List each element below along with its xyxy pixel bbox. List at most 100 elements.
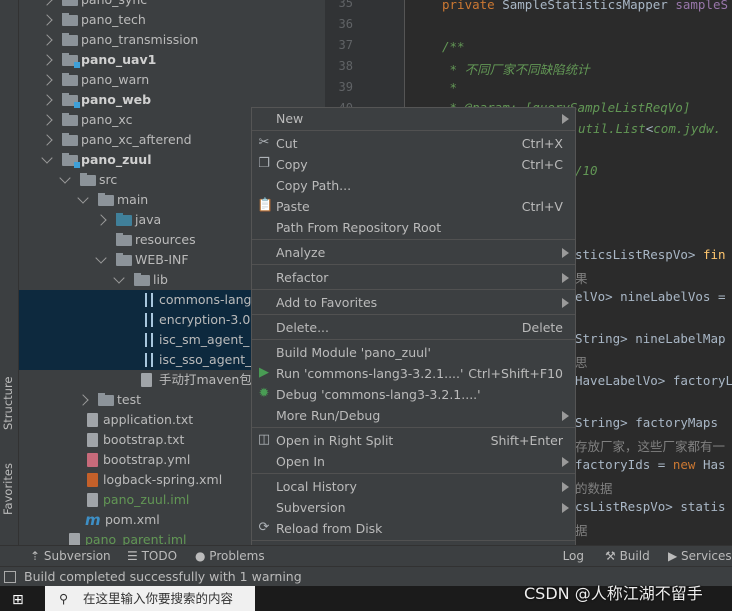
tree-item-label: WEB-INF	[135, 252, 189, 267]
menu-item-run-commons-lang3-3-2-1[interactable]: ▶ Run 'commons-lang3-3.2.1....' Ctrl+Shift…	[252, 363, 575, 384]
menu-item-open-in-right-split[interactable]: ◫ Open in Right Split Shift+Enter	[252, 430, 575, 451]
submenu-arrow-icon	[562, 503, 569, 513]
problems-tool-button[interactable]: ● Problems	[195, 546, 265, 567]
todo-tool-button[interactable]: ☰ TODO	[127, 546, 177, 567]
menu-item-build-module-pano-zuul[interactable]: Build Module 'pano_zuul'	[252, 342, 575, 363]
tree-item-label: logback-spring.xml	[103, 472, 223, 487]
bottom-toolbar: ⇡ Subversion ☰ TODO ● Problems Event Log…	[0, 545, 732, 566]
panel-toggle-icon[interactable]	[4, 571, 16, 583]
tree-item[interactable]: pano_tech	[19, 10, 325, 30]
menu-item-copy[interactable]: ❐ Copy Ctrl+C	[252, 154, 575, 175]
windows-start-icon[interactable]: ⊞	[12, 592, 24, 608]
submenu-arrow-icon	[562, 273, 569, 283]
line-number: 36	[338, 17, 353, 31]
tree-item-label: isc_sso_agent_	[159, 352, 252, 367]
menu-item-subversion[interactable]: Subversion	[252, 497, 575, 518]
menu-item-debug-commons-lang3-3-2-1[interactable]: ✹ Debug 'commons-lang3-3.2.1....'	[252, 384, 575, 405]
tree-item-label: pano_uav1	[81, 52, 157, 67]
tree-item-label: pom.xml	[105, 512, 160, 527]
chevron-right-icon[interactable]	[41, 134, 53, 146]
taskbar-search-input[interactable]: ⚲ 在这里输入你要搜索的内容	[45, 586, 255, 611]
chevron-right-icon[interactable]	[77, 394, 89, 406]
code-token: 据	[575, 523, 588, 538]
chevron-down-icon[interactable]	[113, 272, 125, 284]
folder-icon	[80, 173, 96, 186]
context-menu: New ✂ Cut Ctrl+X ❐ Copy Ctrl+C Copy Path... 📋 Pas…	[251, 107, 576, 611]
code-token: * 不同厂家不同缺陷统计	[442, 62, 590, 77]
folder-icon	[62, 53, 80, 68]
code-line: HaveLabelVo> factoryL	[575, 373, 732, 388]
chevron-right-icon[interactable]	[41, 54, 53, 66]
tree-item-label: pano_parent.iml	[85, 532, 187, 545]
tree-item-label: pano_xc_afterend	[81, 132, 192, 147]
menu-item-paste[interactable]: 📋 Paste Ctrl+V	[252, 196, 575, 217]
menu-item-label: Subversion	[276, 500, 346, 515]
menu-item-local-history[interactable]: Local History	[252, 476, 575, 497]
code-line: private SampleStatisticsMapper sampleS	[442, 0, 728, 12]
menu-item-new[interactable]: New	[252, 108, 575, 129]
menu-item-copy-path[interactable]: Copy Path...	[252, 175, 575, 196]
tree-item-label: pano_xc	[81, 112, 133, 127]
menu-item-open-in[interactable]: Open In	[252, 451, 575, 472]
chevron-right-icon[interactable]	[41, 74, 53, 86]
subversion-tool-button[interactable]: ⇡ Subversion	[30, 546, 111, 567]
tree-item-label: main	[117, 192, 149, 207]
chevron-down-icon[interactable]	[95, 252, 107, 264]
submenu-arrow-icon	[562, 114, 569, 124]
submenu-arrow-icon	[562, 482, 569, 492]
tree-item-label: application.txt	[103, 412, 194, 427]
chevron-right-icon[interactable]	[41, 34, 53, 46]
tree-item[interactable]: pano_warn	[19, 70, 325, 90]
line-number: 39	[338, 80, 353, 94]
submenu-arrow-icon	[562, 457, 569, 467]
menu-item-more-run-debug[interactable]: More Run/Debug	[252, 405, 575, 426]
chevron-down-icon[interactable]	[41, 152, 53, 164]
menu-item-refactor[interactable]: Refactor	[252, 267, 575, 288]
services-tool-button[interactable]: ▶ Services	[668, 546, 732, 567]
tree-item-label: 手动打maven包	[159, 372, 252, 387]
menu-item-cut[interactable]: ✂ Cut Ctrl+X	[252, 133, 575, 154]
build-tool-button[interactable]: ⚒ Build	[605, 546, 650, 567]
jar-icon	[145, 293, 153, 307]
tree-item[interactable]: pano_uav1	[19, 50, 325, 70]
chevron-right-icon[interactable]	[41, 14, 53, 26]
tree-item-label: resources	[135, 232, 196, 247]
file-icon	[141, 373, 152, 387]
chevron-right-icon[interactable]	[41, 94, 53, 106]
menu-item-label: Copy Path...	[276, 178, 352, 193]
tree-item[interactable]: pano_transmission	[19, 30, 325, 50]
structure-tab[interactable]: Structure	[1, 377, 15, 431]
menu-item-analyze[interactable]: Analyze	[252, 242, 575, 263]
tree-item-label: bootstrap.yml	[103, 452, 191, 467]
menu-item-label: Path From Repository Root	[276, 220, 442, 235]
menu-item-add-to-favorites[interactable]: Add to Favorites	[252, 292, 575, 313]
chevron-right-icon[interactable]	[95, 214, 107, 226]
chevron-right-icon[interactable]	[41, 0, 53, 6]
menu-item-label: Local History	[276, 479, 357, 494]
chevron-right-icon[interactable]	[41, 114, 53, 126]
subversion-label: Subversion	[43, 549, 111, 563]
chevron-down-icon[interactable]	[77, 192, 89, 204]
line-number: 38	[338, 59, 353, 73]
menu-item-label: More Run/Debug	[276, 408, 381, 423]
submenu-arrow-icon	[562, 411, 569, 421]
code-token: 思	[575, 355, 588, 370]
menu-item-delete[interactable]: Delete... Delete	[252, 317, 575, 338]
tree-item[interactable]: pano_sync	[19, 0, 325, 10]
code-token: 果	[575, 271, 588, 286]
shortcut-label: Shift+Enter	[490, 433, 563, 448]
favorites-tab[interactable]: Favorites	[1, 463, 15, 515]
menu-item-reload-from-disk[interactable]: ⟳ Reload from Disk	[252, 518, 575, 539]
maven-icon: m	[85, 511, 101, 529]
submenu-arrow-icon	[562, 298, 569, 308]
menu-item-path-from-repository-root[interactable]: Path From Repository Root	[252, 217, 575, 238]
event-log-button[interactable]: Event Log	[560, 546, 584, 567]
folder-icon	[116, 233, 132, 246]
tree-item-label: test	[117, 392, 142, 407]
tree-item-label: pano_zuul.iml	[103, 492, 190, 507]
code-line: String> factoryMaps	[575, 415, 718, 430]
menu-item-label: Build Module 'pano_zuul'	[276, 345, 431, 360]
submenu-arrow-icon	[562, 248, 569, 258]
folder-icon	[62, 93, 80, 108]
chevron-down-icon[interactable]	[59, 172, 71, 184]
